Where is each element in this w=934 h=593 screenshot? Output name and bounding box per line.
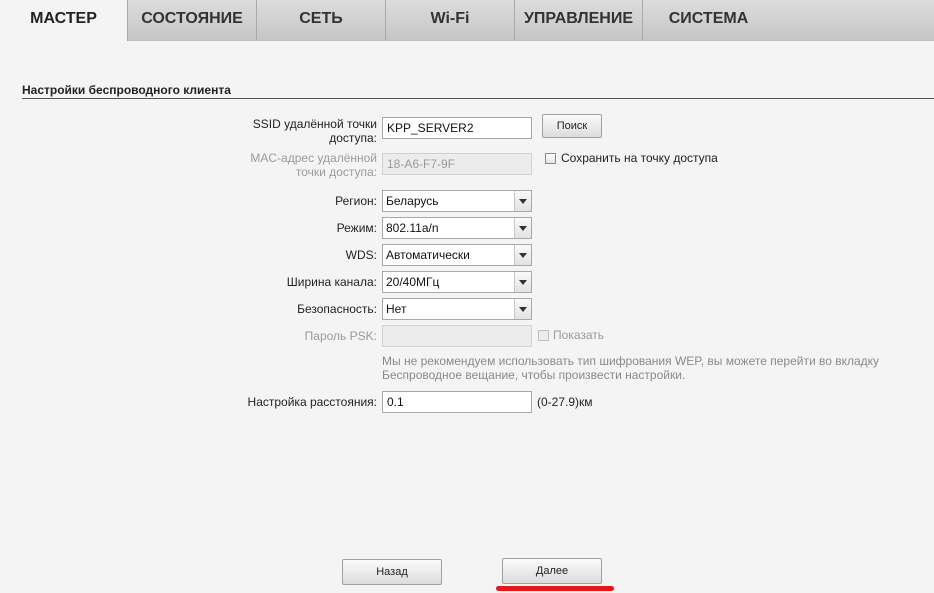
security-value: Нет [386, 302, 407, 316]
chevron-down-icon [514, 191, 531, 211]
tab-wifi[interactable]: Wi-Fi [386, 0, 515, 40]
search-button[interactable]: Поиск [542, 114, 602, 138]
distance-input[interactable] [382, 391, 532, 413]
section-divider [22, 98, 934, 99]
wds-select[interactable]: Автоматически [382, 244, 532, 266]
chevron-down-icon [514, 272, 531, 292]
distance-unit: (0-27.9)км [537, 395, 593, 409]
show-password-label: Показать [553, 328, 605, 342]
ssid-input[interactable] [382, 117, 532, 139]
mac-label: MAC-адрес удалённой точки доступа: [250, 151, 377, 179]
channel-width-label: Ширина канала: [286, 275, 377, 289]
security-label: Безопасность: [297, 302, 377, 316]
mode-value: 802.11a/n [386, 221, 439, 235]
next-button[interactable]: Далее [502, 558, 602, 584]
tab-status[interactable]: СОСТОЯНИЕ [128, 0, 257, 40]
channel-width-select[interactable]: 20/40МГц [382, 271, 532, 293]
region-label: Регион: [335, 194, 377, 208]
back-button[interactable]: Назад [342, 559, 442, 585]
channel-width-value: 20/40МГц [386, 275, 440, 289]
show-password-checkbox [538, 330, 549, 341]
mac-label-line2: точки доступа: [295, 165, 377, 179]
save-to-ap-label: Сохранить на точку доступа [561, 151, 718, 165]
tab-master[interactable]: МАСТЕР [0, 0, 128, 41]
chevron-down-icon [514, 245, 531, 265]
tab-management[interactable]: УПРАВЛЕНИЕ [515, 0, 643, 40]
chevron-down-icon [514, 299, 531, 319]
tab-network[interactable]: СЕТЬ [257, 0, 386, 40]
region-value: Беларусь [386, 194, 439, 208]
highlight-underline [496, 586, 614, 591]
psk-input [382, 325, 532, 347]
wds-value: Автоматически [386, 248, 470, 262]
chevron-down-icon [514, 218, 531, 238]
tab-system[interactable]: СИСТЕМА [643, 0, 774, 40]
region-select[interactable]: Беларусь [382, 190, 532, 212]
security-select[interactable]: Нет [382, 298, 532, 320]
ssid-label: SSID удалённой точки доступа: [253, 117, 377, 145]
mode-label: Режим: [336, 221, 377, 235]
wds-label: WDS: [345, 248, 377, 262]
ssid-label-line1: SSID удалённой точки [252, 117, 377, 131]
distance-label: Настройка расстояния: [247, 395, 377, 409]
ssid-label-line2: доступа: [329, 131, 377, 145]
section-title: Настройки беспроводного клиента [22, 83, 231, 97]
mac-label-line1: MAC-адрес удалённой [250, 151, 377, 165]
wep-warning-note: Мы не рекомендуем использовать тип шифро… [382, 354, 880, 382]
top-navigation: МАСТЕР СОСТОЯНИЕ СЕТЬ Wi-Fi УПРАВЛЕНИЕ С… [0, 0, 934, 41]
mac-input [382, 153, 532, 175]
save-to-ap-checkbox[interactable] [545, 153, 556, 164]
mode-select[interactable]: 802.11a/n [382, 217, 532, 239]
psk-label: Пароль PSK: [304, 329, 377, 343]
